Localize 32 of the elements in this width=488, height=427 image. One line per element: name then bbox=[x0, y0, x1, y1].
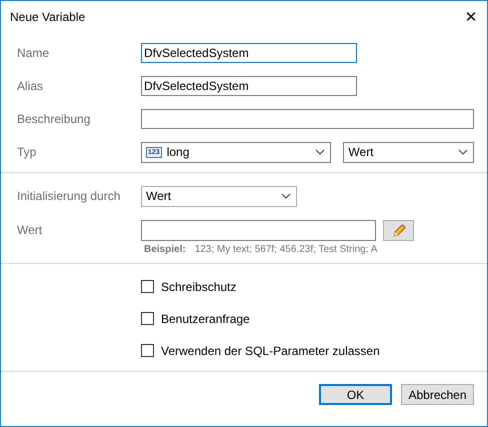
checkbox-label: Verwenden der SQL-Parameter zulassen bbox=[161, 344, 380, 358]
window-title: Neue Variable bbox=[10, 10, 86, 24]
text-field[interactable]: DfvSelectedSystem bbox=[141, 43, 357, 63]
checkbox[interactable] bbox=[141, 280, 154, 293]
chevron-down-icon bbox=[315, 149, 326, 155]
field-label: Wert bbox=[17, 222, 44, 237]
dialog-button[interactable]: Abbrechen bbox=[401, 384, 474, 405]
chevron-down-icon bbox=[281, 193, 291, 199]
pencil-icon bbox=[390, 222, 406, 238]
dialog-button[interactable]: OK bbox=[319, 384, 392, 405]
field-label: Typ bbox=[17, 145, 38, 159]
init-dropdown[interactable]: Wert bbox=[141, 186, 297, 206]
text-field[interactable]: DfvSelectedSystem bbox=[141, 76, 357, 96]
example-text: 123; My text; 567f; 456.23f; Test String; A bbox=[194, 244, 378, 255]
field-label: Initialisierung durch bbox=[17, 189, 122, 203]
value-field[interactable] bbox=[141, 220, 376, 241]
checkbox[interactable] bbox=[141, 344, 154, 357]
field-label: Name bbox=[17, 46, 50, 60]
field-label: Alias bbox=[17, 79, 44, 93]
dropdown-value: long bbox=[166, 145, 190, 159]
mode-dropdown[interactable]: Wert bbox=[343, 142, 474, 162]
checkbox[interactable] bbox=[141, 312, 154, 325]
close-button[interactable]: ✕ bbox=[455, 3, 487, 31]
chevron-down-icon bbox=[458, 149, 468, 155]
example-label: Beispiel: bbox=[144, 244, 186, 255]
dropdown-value: Wert bbox=[146, 189, 172, 203]
checkbox-label: Schreibschutz bbox=[161, 280, 236, 294]
edit-button[interactable] bbox=[383, 220, 414, 241]
field-label: Beschreibung bbox=[17, 112, 92, 126]
text-field[interactable] bbox=[141, 109, 474, 129]
checkbox-label: Benutzeranfrage bbox=[161, 312, 250, 326]
dropdown-value: Wert bbox=[348, 145, 375, 159]
